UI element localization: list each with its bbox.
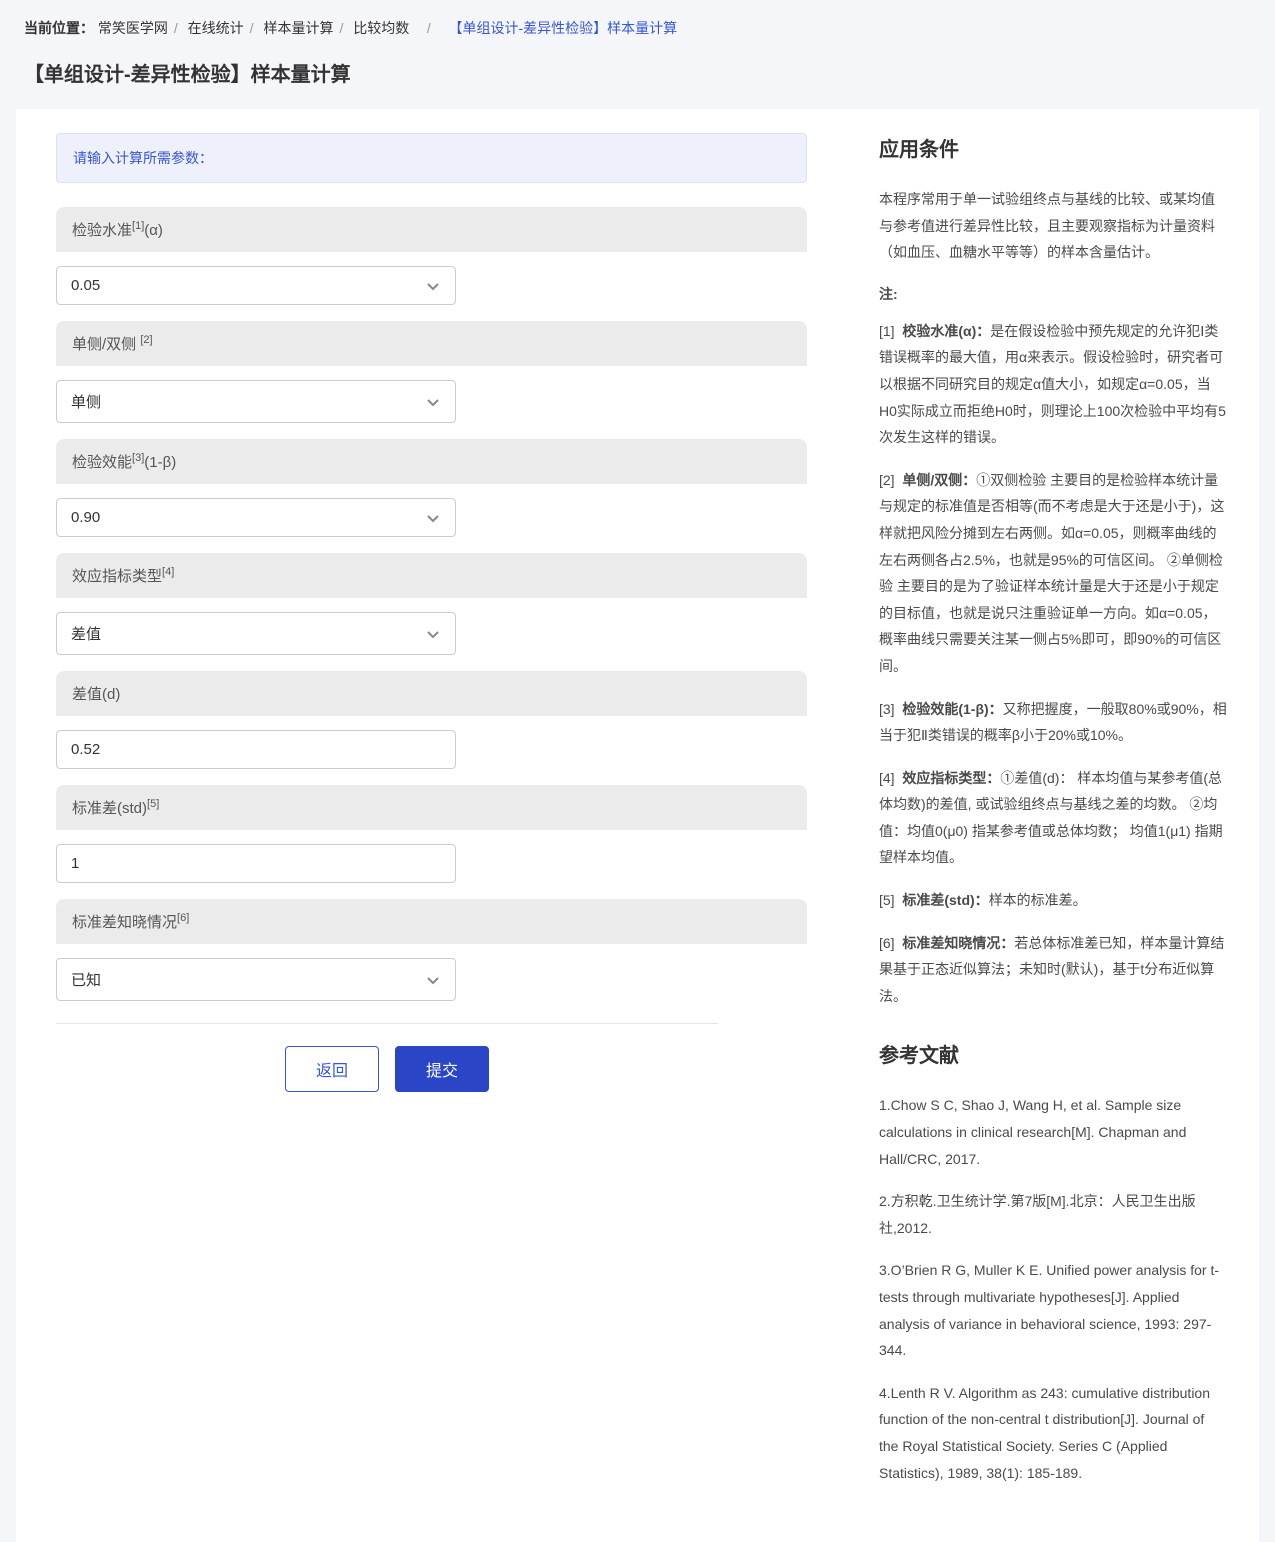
- breadcrumb-link[interactable]: 在线统计: [188, 20, 244, 36]
- breadcrumb-sep: /: [174, 20, 178, 36]
- conditions-text: 本程序常用于单一试验组终点与基线的比较、或某均值与参考值进行差异性比较，且主要观…: [879, 186, 1227, 266]
- breadcrumb-link[interactable]: 常笑医学网: [98, 20, 168, 36]
- reference-item: 2.方积乾.卫生统计学.第7版[M].北京：人民卫生出版社,2012.: [879, 1188, 1227, 1241]
- note-item: [4] 效应指标类型：①差值(d)： 样本均值与某参考值(总体均数)的差值, 或…: [879, 765, 1227, 871]
- breadcrumb-link[interactable]: 样本量计算: [263, 20, 333, 36]
- label-power: 检验效能[3](1-β): [56, 439, 807, 484]
- breadcrumb-sep: /: [339, 20, 343, 36]
- page-title: 【单组设计-差异性检验】样本量计算: [0, 42, 1275, 109]
- breadcrumb: 当前位置： 常笑医学网 / 在线统计 / 样本量计算 / 比较均数 / 【单组设计-差…: [0, 0, 1275, 42]
- select-effect-type[interactable]: 差值: [56, 612, 456, 655]
- input-diff[interactable]: [57, 731, 455, 768]
- submit-button[interactable]: 提交: [395, 1046, 489, 1092]
- form-column: 请输入计算所需参数： 检验水准[1](α) 0.05 单侧/双侧 [2] 单侧 …: [16, 109, 847, 1542]
- input-std[interactable]: [57, 845, 455, 882]
- alert-input-params: 请输入计算所需参数：: [56, 133, 807, 183]
- breadcrumb-link[interactable]: 比较均数: [353, 20, 409, 36]
- reference-item: 4.Lenth R V. Algorithm as 243: cumulativ…: [879, 1380, 1227, 1486]
- select-std-known-value: 已知: [57, 959, 455, 1000]
- sidebar-column: 应用条件 本程序常用于单一试验组终点与基线的比较、或某均值与参考值进行差异性比较…: [879, 109, 1259, 1542]
- breadcrumb-active: 【单组设计-差异性检验】样本量计算: [448, 20, 677, 36]
- label-std: 标准差(std)[5]: [56, 785, 807, 830]
- reference-item: 1.Chow S C, Shao J, Wang H, et al. Sampl…: [879, 1092, 1227, 1172]
- note-item: [2] 单侧/双侧：①双侧检验 主要目的是检验样本统计量与规定的标准值是否相等(…: [879, 467, 1227, 680]
- select-side[interactable]: 单侧: [56, 380, 456, 423]
- select-alpha[interactable]: 0.05: [56, 266, 456, 305]
- breadcrumb-sep: /: [419, 20, 438, 36]
- back-button[interactable]: 返回: [285, 1046, 379, 1092]
- note-item: [6] 标准差知晓情况：若总体标准差已知，样本量计算结果基于正态近似算法；未知时…: [879, 930, 1227, 1010]
- conditions-title: 应用条件: [879, 133, 1227, 162]
- breadcrumb-prefix: 当前位置：: [24, 20, 94, 36]
- breadcrumb-sep: /: [250, 20, 254, 36]
- select-alpha-value: 0.05: [57, 267, 455, 304]
- label-diff: 差值(d): [56, 671, 807, 716]
- notes-label: 注:: [879, 284, 1227, 304]
- label-std-known: 标准差知晓情况[6]: [56, 899, 807, 944]
- note-item: [1] 校验水准(α)：是在假设检验中预先规定的允许犯Ⅰ类错误概率的最大值，用α…: [879, 318, 1227, 451]
- select-effect-type-value: 差值: [57, 613, 455, 654]
- note-item: [5] 标准差(std)：样本的标准差。: [879, 887, 1227, 914]
- select-side-value: 单侧: [57, 381, 455, 422]
- select-power[interactable]: 0.90: [56, 498, 456, 537]
- note-item: [3] 检验效能(1-β)：又称把握度，一般取80%或90%，相当于犯Ⅱ类错误的…: [879, 696, 1227, 749]
- reference-item: 3.O’Brien R G, Muller K E. Unified power…: [879, 1257, 1227, 1363]
- label-alpha: 检验水准[1](α): [56, 207, 807, 252]
- label-side: 单侧/双侧 [2]: [56, 321, 807, 366]
- select-power-value: 0.90: [57, 499, 455, 536]
- select-std-known[interactable]: 已知: [56, 958, 456, 1001]
- references-title: 参考文献: [879, 1039, 1227, 1068]
- label-effect-type: 效应指标类型[4]: [56, 553, 807, 598]
- divider: [56, 1023, 718, 1024]
